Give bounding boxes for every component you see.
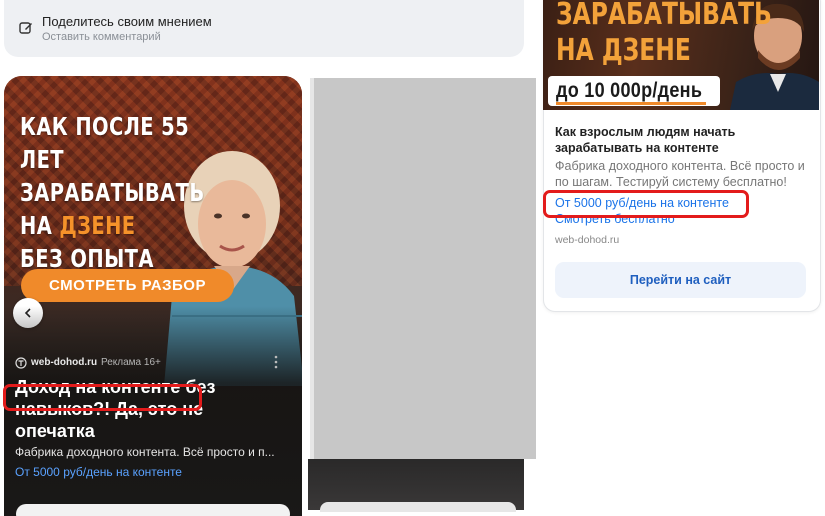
cta-pill[interactable]: СМОТРЕТЬ РАЗБОР xyxy=(21,269,234,302)
red-highlight-box-side xyxy=(543,190,749,218)
next-card-button[interactable] xyxy=(320,502,516,512)
source-domain[interactable]: web-dohod.ru xyxy=(31,357,97,368)
ad-bottom-button[interactable] xyxy=(16,504,290,516)
headline-line-2: ЗАРАБАТЫВАТЬ xyxy=(20,178,205,207)
source-logo-icon xyxy=(15,357,27,369)
side-price-underline xyxy=(556,102,706,105)
headline-line-3-prefix: НА xyxy=(20,211,60,240)
placeholder-card xyxy=(310,78,536,459)
comment-title[interactable]: Поделитесь своим мнением xyxy=(42,14,212,29)
ad-headline: КАК ПОСЛЕ 55 ЛЕТ ЗАРАБАТЫВАТЬ НА ДЗЕНЕ Б… xyxy=(20,110,205,275)
side-banner-headline: ЗАРАБАТЫВАТЬ НА ДЗЕНЕ xyxy=(556,0,772,69)
ad-label: Реклама 16+ xyxy=(101,357,161,368)
side-ad-description: Фабрика доходного контента. Всё просто и… xyxy=(555,159,805,189)
red-highlight-box xyxy=(3,384,202,411)
side-ad-domain: web-dohod.ru xyxy=(555,234,620,246)
side-banner-line-1: ЗАРАБАТЫВАТЬ xyxy=(556,0,772,32)
side-banner-line-2: НА ДЗЕНЕ xyxy=(556,33,691,68)
edit-icon xyxy=(19,22,32,34)
side-price: до 10 000р/день xyxy=(556,79,703,102)
placeholder-edge xyxy=(310,78,314,459)
ad-card[interactable]: КАК ПОСЛЕ 55 ЛЕТ ЗАРАБАТЫВАТЬ НА ДЗЕНЕ Б… xyxy=(4,76,302,516)
more-vert-icon[interactable] xyxy=(274,355,278,369)
go-to-site-button[interactable]: Перейти на сайт xyxy=(555,262,806,298)
headline-dzen: ДЗЕНЕ xyxy=(59,211,136,240)
comment-subtitle[interactable]: Оставить комментарий xyxy=(42,31,161,43)
headline-line-1: КАК ПОСЛЕ 55 ЛЕТ xyxy=(20,112,190,174)
headline-line-3: НА ДЗЕНЕ xyxy=(20,209,192,242)
ad-link[interactable]: От 5000 руб/день на контенте xyxy=(15,465,182,479)
side-ad-title[interactable]: Как взрослым людям начать зарабатывать н… xyxy=(555,124,805,156)
ad-description: Фабрика доходного контента. Всё просто и… xyxy=(15,445,275,459)
